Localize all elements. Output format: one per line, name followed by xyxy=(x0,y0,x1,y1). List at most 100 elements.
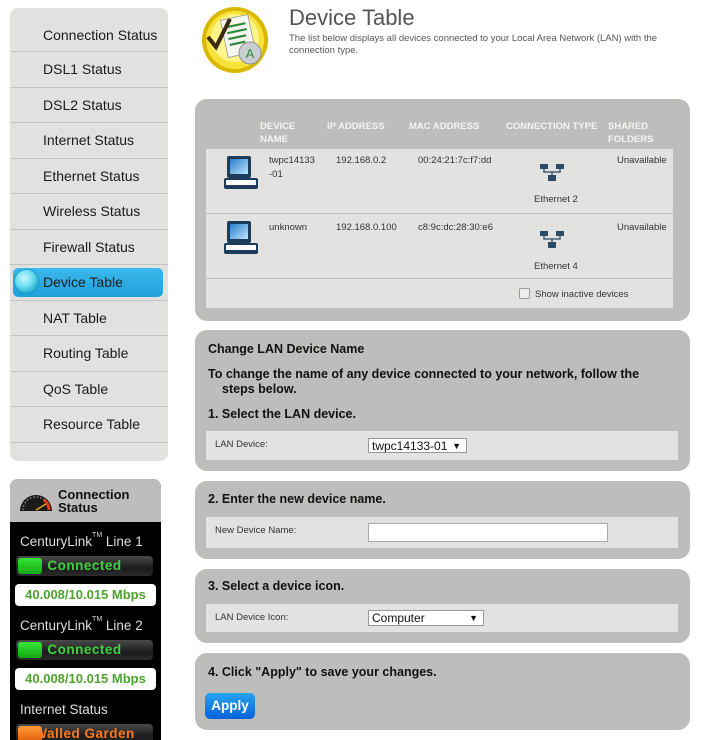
sidebar-item-firewall-status[interactable]: Firewall Status xyxy=(10,230,168,265)
status-led-icon xyxy=(18,642,42,658)
column-header-ip-address: IP ADDRESS xyxy=(327,121,385,132)
device-icon-select[interactable]: Computer ▼ xyxy=(368,610,484,626)
line-1-status-badge: Connected xyxy=(16,556,153,576)
apply-button[interactable]: Apply xyxy=(205,693,255,719)
step-3-title: 3. Select a device icon. xyxy=(208,579,345,593)
sidebar-item-label: QoS Table xyxy=(43,380,109,397)
sidebar-item-routing-table[interactable]: Routing Table xyxy=(10,336,168,372)
line-name: Line 1 xyxy=(105,534,143,549)
sidebar-item-internet-status[interactable]: Internet Status xyxy=(10,123,168,159)
mac-address: 00:24:21:7c:f7:dd xyxy=(418,155,492,166)
device-table-body: twpc14133 -01 192.168.0.2 00:24:21:7c:f7:… xyxy=(206,149,673,308)
lan-device-label: LAN Device: xyxy=(215,439,268,450)
new-device-name-label: New Device Name: xyxy=(215,525,297,536)
selected-value: Computer xyxy=(372,611,425,625)
brand-name: CenturyLink xyxy=(20,618,93,633)
sidebar-item-label: NAT Table xyxy=(43,309,107,326)
page-title: Device Table xyxy=(289,5,415,30)
device-icon-row: LAN Device Icon: Computer ▼ xyxy=(206,604,678,632)
trademark: TM xyxy=(92,616,103,623)
sidebar-item-ethernet-status[interactable]: Ethernet Status xyxy=(10,159,168,194)
shared-folders: Unavailable xyxy=(617,155,667,166)
connection-type: Ethernet 2 xyxy=(534,194,578,205)
table-row: unknown 192.168.0.100 c8:9c:dc:28:30:e6 … xyxy=(206,214,673,279)
connection-status-title: Connection Status xyxy=(58,488,130,514)
sidebar-item-wireless-status[interactable]: Wireless Status xyxy=(10,194,168,230)
sidebar-item-dsl1-status[interactable]: DSL1 Status xyxy=(10,52,168,88)
sidebar-item-label: Connection Status xyxy=(43,26,158,43)
dropdown-arrow-icon: ▼ xyxy=(469,613,478,623)
connection-status-widget: Connection Status CenturyLinkTM Line 1 C… xyxy=(10,479,161,740)
device-icon-panel: 3. Select a device icon. LAN Device Icon… xyxy=(195,569,690,643)
new-device-name-row: New Device Name: xyxy=(206,517,678,548)
sidebar-item-label: Wireless Status xyxy=(43,203,141,220)
sidebar-item-dsl2-status[interactable]: DSL2 Status xyxy=(10,88,168,123)
table-footer: Show inactive devices xyxy=(206,279,673,308)
sidebar-item-label: Device Table xyxy=(43,274,123,291)
speedometer-icon xyxy=(20,494,52,511)
new-device-name-panel: 2. Enter the new device name. New Device… xyxy=(195,481,690,559)
ethernet-network-icon xyxy=(540,164,564,181)
lan-device-select[interactable]: twpc14133-01 ▼ xyxy=(368,438,467,453)
sidebar-item-nat-table[interactable]: NAT Table xyxy=(10,301,168,336)
change-lan-device-name-panel: Change LAN Device Name To change the nam… xyxy=(195,330,690,471)
brand-name: CenturyLink xyxy=(20,534,93,549)
line-2-speed: 40.008/10.015 Mbps xyxy=(15,668,156,690)
title-line: Connection xyxy=(58,486,130,502)
column-header-connection-type: CONNECTION TYPE xyxy=(506,121,598,132)
device-table-panel: DEVICE NAME IP ADDRESS MAC ADDRESS CONNEC… xyxy=(195,99,690,321)
sidebar-item-label: Ethernet Status xyxy=(43,167,140,184)
section-title: Change LAN Device Name xyxy=(208,342,365,356)
shared-folders: Unavailable xyxy=(617,222,667,233)
connection-type: Ethernet 4 xyxy=(534,261,578,272)
apply-panel: 4. Click "Apply" to save your changes. A… xyxy=(195,653,690,730)
ip-address: 192.168.0.2 xyxy=(336,155,387,166)
status-text: Connected xyxy=(47,558,122,573)
step-4-title: 4. Click "Apply" to save your changes. xyxy=(208,665,437,679)
device-table-checklist-icon: A xyxy=(202,7,268,73)
line-2-status-badge: Connected xyxy=(16,640,153,660)
line-1-label: CenturyLinkTM Line 1 xyxy=(20,532,161,549)
status-led-icon xyxy=(18,726,42,740)
sidebar-item-label: DSL1 Status xyxy=(43,61,122,78)
ethernet-network-icon xyxy=(540,231,564,248)
page-description: The list below displays all devices conn… xyxy=(289,33,658,56)
device-name: twpc14133 -01 xyxy=(269,155,315,180)
table-row: twpc14133 -01 192.168.0.2 00:24:21:7c:f7:… xyxy=(206,149,673,214)
sidebar-item-label: Internet Status xyxy=(43,132,135,149)
sidebar-item-resource-table[interactable]: Resource Table xyxy=(10,407,168,443)
line-name: Line 2 xyxy=(105,618,143,633)
status-led-icon xyxy=(18,558,42,574)
title-line: Status xyxy=(58,499,98,515)
step-2-title: 2. Enter the new device name. xyxy=(208,492,386,506)
sidebar-item-label: Routing Table xyxy=(43,345,129,362)
sidebar-item-device-table[interactable]: Device Table xyxy=(10,265,168,301)
sidebar-item-connection-status[interactable]: Connection Status xyxy=(10,8,168,52)
column-header-mac-address: MAC ADDRESS xyxy=(409,121,480,132)
sidebar-nav: Connection Status DSL1 Status DSL2 Statu… xyxy=(10,8,168,461)
line-1-speed: 40.008/10.015 Mbps xyxy=(15,584,156,606)
intro-text: To change the name of any device connect… xyxy=(208,367,640,396)
sidebar-item-qos-table[interactable]: QoS Table xyxy=(10,372,168,407)
step-1-title: 1. Select the LAN device. xyxy=(208,407,356,421)
new-device-name-input[interactable] xyxy=(368,523,608,542)
sidebar-item-label: Resource Table xyxy=(43,416,141,433)
internet-status-badge: Walled Garden xyxy=(16,724,153,740)
mac-address: c8:9c:dc:28:30:e6 xyxy=(418,222,493,233)
line-2-label: CenturyLinkTM Line 2 xyxy=(20,616,161,633)
sidebar-item-label: DSL2 Status xyxy=(43,96,122,113)
show-inactive-checkbox[interactable] xyxy=(519,288,530,299)
sidebar-item-label: Firewall Status xyxy=(43,238,135,255)
device-icon-label: LAN Device Icon: xyxy=(215,612,289,623)
computer-icon xyxy=(224,221,258,254)
computer-icon xyxy=(224,156,258,189)
trademark: TM xyxy=(92,532,103,539)
column-header-device-name: DEVICE NAME xyxy=(260,121,296,145)
internet-status-label: Internet Status xyxy=(20,702,108,717)
active-orb-icon xyxy=(15,270,38,293)
svg-text:A: A xyxy=(246,46,255,61)
status-text: Connected xyxy=(47,642,122,657)
ip-address: 192.168.0.100 xyxy=(336,222,397,233)
column-header-shared-folders: SHARED FOLDERS xyxy=(608,121,654,145)
show-inactive-label[interactable]: Show inactive devices xyxy=(535,289,628,300)
